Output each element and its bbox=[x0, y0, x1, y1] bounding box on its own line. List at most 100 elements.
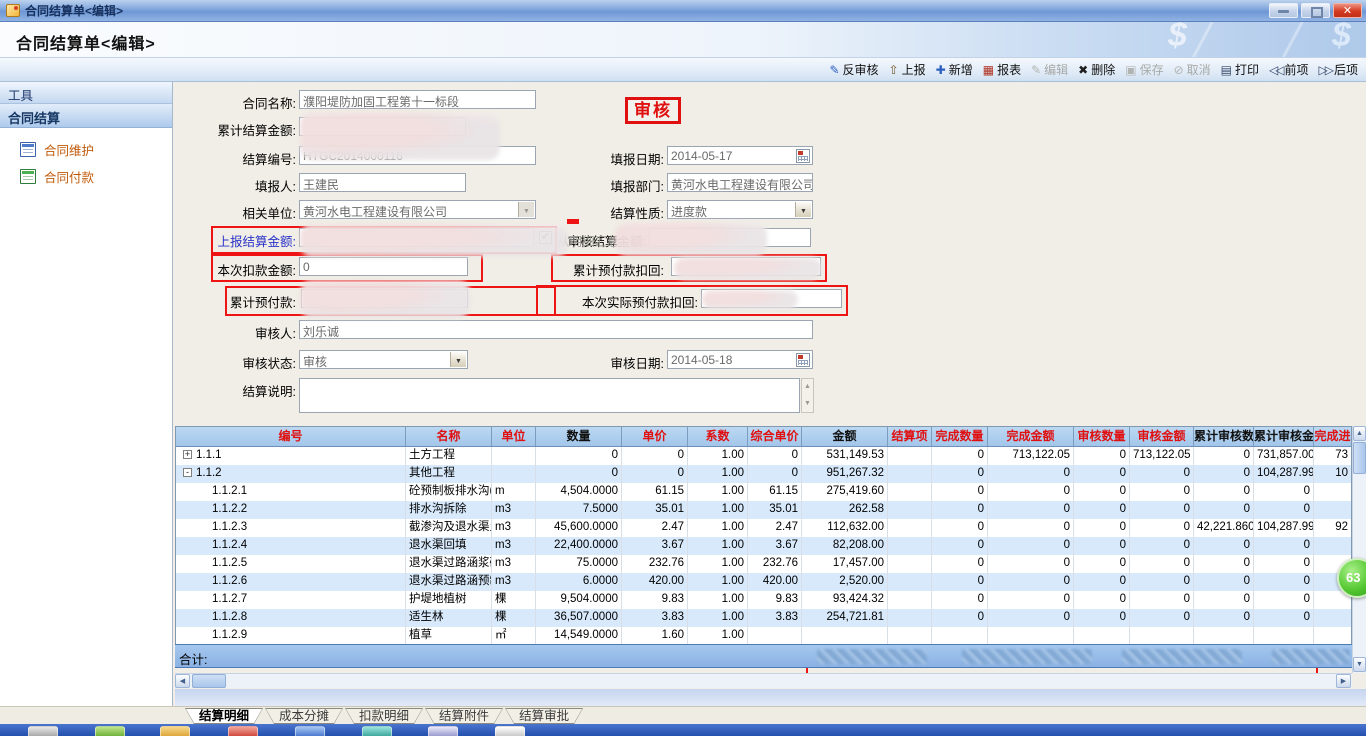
taskbar-app-icon[interactable] bbox=[228, 726, 258, 736]
horizontal-scrollbar[interactable]: ◀ ▶ bbox=[175, 673, 1352, 688]
taskbar-app-icon[interactable] bbox=[362, 726, 392, 736]
vertical-scrollbar-thumb[interactable] bbox=[1353, 442, 1366, 474]
minimize-button[interactable] bbox=[1269, 3, 1298, 18]
scroll-left-icon[interactable]: ◀ bbox=[175, 674, 190, 688]
calendar-icon[interactable] bbox=[796, 353, 810, 367]
table-row[interactable]: 1.1.2.1砼预制板排水沟(m4,504.000061.151.0061.15… bbox=[176, 483, 1351, 501]
table-row[interactable]: 1.1.2.3截渗沟及退水渠土m345,600.00002.471.002.47… bbox=[176, 519, 1351, 537]
table-row[interactable]: 1.1.2.8适生林棵36,507.00003.831.003.83254,72… bbox=[176, 609, 1351, 627]
table-cell: m bbox=[492, 483, 536, 501]
related-unit-select[interactable]: 黄河水电工程建设有限公司 bbox=[299, 200, 536, 219]
from-detail-summary-checkbox[interactable]: ✔ bbox=[539, 231, 552, 244]
audit-date-input[interactable]: 2014-05-18 bbox=[667, 350, 813, 369]
column-header-名称[interactable]: 名称 bbox=[406, 427, 492, 446]
toolbar-button-前项[interactable]: ◁◁前项 bbox=[1269, 61, 1308, 78]
contract-name-input[interactable]: 濮阳堤防加固工程第十一标段 bbox=[299, 90, 536, 109]
chevron-down-icon[interactable] bbox=[795, 202, 811, 217]
actual-prepay-recovery-input[interactable] bbox=[701, 289, 842, 308]
scroll-up-icon[interactable]: ▲ bbox=[1353, 426, 1366, 441]
column-header-累计审核数[interactable]: 累计审核数 bbox=[1194, 427, 1254, 446]
toolbar-button-取消: ⊘取消 bbox=[1174, 61, 1211, 78]
sidebar-tools-header[interactable]: 工具 bbox=[0, 82, 172, 104]
scroll-up-icon[interactable]: ▲ bbox=[802, 379, 813, 396]
table-row[interactable]: 1.1.2.6退水渠过路涵预制m36.0000420.001.00420.002… bbox=[176, 573, 1351, 591]
sidebar-item-合同付款[interactable]: 合同付款 bbox=[0, 163, 172, 190]
calendar-icon[interactable] bbox=[796, 149, 810, 163]
column-header-完成进[interactable]: 完成进 bbox=[1314, 427, 1352, 446]
column-header-完成数量[interactable]: 完成数量 bbox=[932, 427, 988, 446]
table-row[interactable]: 1.1.2.4退水渠回填m322,400.00003.671.003.6782,… bbox=[176, 537, 1351, 555]
table-row[interactable]: +1.1.1土方工程001.000531,149.530713,122.0507… bbox=[176, 447, 1351, 465]
column-header-结算项[interactable]: 结算项 bbox=[888, 427, 932, 446]
collapse-icon[interactable]: - bbox=[183, 468, 192, 477]
scroll-down-icon[interactable]: ▼ bbox=[802, 396, 813, 413]
toolbar-button-后项[interactable]: ▷▷后项 bbox=[1319, 61, 1358, 78]
table-row[interactable]: 1.1.2.7护堤地植树棵9,504.00009.831.009.8393,42… bbox=[176, 591, 1351, 609]
column-header-综合单价[interactable]: 综合单价 bbox=[748, 427, 802, 446]
audit-stamp: 审核 bbox=[625, 97, 681, 124]
column-header-数量[interactable]: 数量 bbox=[536, 427, 622, 446]
scroll-right-icon[interactable]: ▶ bbox=[1336, 674, 1351, 688]
vertical-scrollbar[interactable]: ▲ ▼ bbox=[1352, 426, 1366, 673]
column-header-系数[interactable]: 系数 bbox=[688, 427, 748, 446]
cumulative-prepayment-input[interactable] bbox=[301, 289, 468, 308]
tab-结算审批[interactable]: 结算审批 bbox=[505, 708, 583, 724]
column-header-金额[interactable]: 金额 bbox=[802, 427, 888, 446]
auditor-input[interactable]: 刘乐诚 bbox=[299, 320, 813, 339]
audit-status-select[interactable]: 审核 bbox=[299, 350, 468, 369]
taskbar-app-icon[interactable] bbox=[428, 726, 458, 736]
tab-结算附件[interactable]: 结算附件 bbox=[425, 708, 503, 724]
cumulative-settlement-amount-input[interactable] bbox=[299, 117, 466, 136]
sidebar-item-合同维护[interactable]: 合同维护 bbox=[0, 136, 172, 163]
column-header-编号[interactable]: 编号 bbox=[176, 427, 406, 446]
current-deduction-input[interactable]: 0 bbox=[299, 257, 468, 276]
tab-扣款明细[interactable]: 扣款明细 bbox=[345, 708, 423, 724]
tab-结算明细[interactable]: 结算明细 bbox=[185, 708, 263, 724]
prev-item-icon: ◁◁ bbox=[1269, 64, 1281, 76]
cumulative-prepay-recovery-input[interactable] bbox=[671, 257, 821, 276]
audited-amount-input[interactable] bbox=[649, 228, 811, 247]
column-header-完成金额[interactable]: 完成金额 bbox=[988, 427, 1074, 446]
table-cell: 0 bbox=[1074, 573, 1130, 591]
table-cell: 731,857.00 bbox=[1254, 447, 1314, 465]
table-row[interactable]: 1.1.2.2排水沟拆除m37.500035.011.0035.01262.58… bbox=[176, 501, 1351, 519]
expand-icon[interactable]: + bbox=[183, 450, 192, 459]
toolbar-button-反审核[interactable]: ✎反审核 bbox=[829, 61, 878, 78]
tab-成本分摊[interactable]: 成本分摊 bbox=[265, 708, 343, 724]
toolbar-button-新增[interactable]: ✚新增 bbox=[936, 61, 973, 78]
reporter-input[interactable]: 王建民 bbox=[299, 173, 466, 192]
table-row[interactable]: 1.1.2.5退水渠过路涵浆砌m375.0000232.761.00232.76… bbox=[176, 555, 1351, 573]
table-cell: 0 bbox=[1074, 519, 1130, 537]
toolbar-button-删除[interactable]: ✖删除 bbox=[1078, 61, 1115, 78]
sidebar-section-header[interactable]: 合同结算 bbox=[0, 104, 172, 128]
table-row[interactable]: 1.1.2.9植草㎡14,549.00001.601.00 bbox=[176, 627, 1351, 644]
report-dept-input[interactable]: 黄河水电工程建设有限公司 C bbox=[667, 173, 813, 192]
report-date-input[interactable]: 2014-05-17 bbox=[667, 146, 813, 165]
chevron-down-icon[interactable] bbox=[518, 202, 534, 217]
taskbar-app-icon[interactable] bbox=[295, 726, 325, 736]
column-header-单价[interactable]: 单价 bbox=[622, 427, 688, 446]
taskbar-app-icon[interactable] bbox=[160, 726, 190, 736]
taskbar-app-icon[interactable] bbox=[28, 726, 58, 736]
table-row[interactable]: -1.1.2其他工程001.000951,267.3200000104,287.… bbox=[176, 465, 1351, 483]
column-header-审核数量[interactable]: 审核数量 bbox=[1074, 427, 1130, 446]
toolbar-button-打印[interactable]: ▤打印 bbox=[1221, 61, 1259, 78]
restore-button[interactable] bbox=[1301, 3, 1330, 18]
column-header-累计审核金[interactable]: 累计审核金 bbox=[1254, 427, 1314, 446]
chevron-down-icon[interactable] bbox=[450, 352, 466, 367]
taskbar-app-icon[interactable] bbox=[95, 726, 125, 736]
scroll-down-icon[interactable]: ▼ bbox=[1353, 657, 1366, 672]
taskbar-app-icon[interactable] bbox=[495, 726, 525, 736]
settlement-note-textarea[interactable] bbox=[299, 378, 800, 413]
close-button[interactable] bbox=[1333, 3, 1362, 18]
toolbar-button-报表[interactable]: ▦报表 bbox=[983, 61, 1021, 78]
note-scrollbar[interactable]: ▲▼ bbox=[801, 378, 814, 413]
settlement-no-input[interactable]: HTGC2014000116 bbox=[299, 146, 536, 165]
reported-amount-input[interactable] bbox=[299, 228, 534, 247]
column-header-审核金额[interactable]: 审核金额 bbox=[1130, 427, 1194, 446]
horizontal-scrollbar-thumb[interactable] bbox=[192, 674, 226, 688]
table-cell: 104,287.99 bbox=[1254, 519, 1314, 537]
column-header-单位[interactable]: 单位 bbox=[492, 427, 536, 446]
toolbar-button-上报[interactable]: ⇧上报 bbox=[889, 61, 926, 78]
settlement-nature-select[interactable]: 进度款 bbox=[667, 200, 813, 219]
